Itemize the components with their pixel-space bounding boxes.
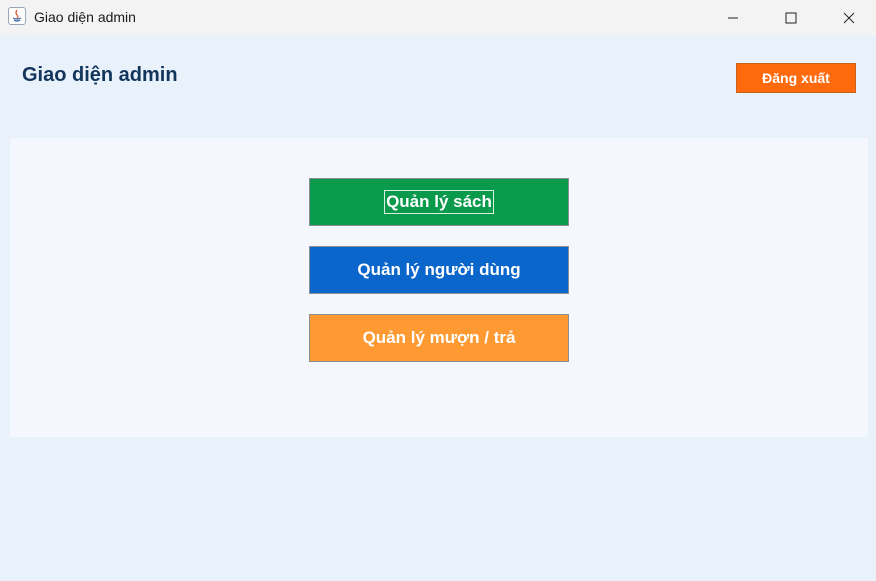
window-title: Giao diện admin xyxy=(34,9,136,25)
page-title: Giao diện admin xyxy=(22,64,178,86)
maximize-button[interactable] xyxy=(768,0,814,35)
manage-users-button[interactable]: Quản lý người dùng xyxy=(309,246,569,294)
window-titlebar[interactable]: Giao diện admin xyxy=(0,0,876,35)
close-icon xyxy=(843,12,855,23)
manage-users-label: Quản lý người dùng xyxy=(357,260,521,279)
java-app-icon xyxy=(8,7,26,25)
manage-loans-label: Quản lý mượn / trả xyxy=(362,328,516,347)
maximize-icon xyxy=(785,12,797,23)
close-button[interactable] xyxy=(826,0,872,35)
manage-books-button[interactable]: Quản lý sách xyxy=(309,178,569,226)
minimize-button[interactable] xyxy=(710,0,756,35)
menu-panel: Quản lý sách Quản lý người dùng Quản lý … xyxy=(10,138,868,437)
manage-loans-button[interactable]: Quản lý mượn / trả xyxy=(309,314,569,362)
manage-books-label: Quản lý sách xyxy=(384,190,494,214)
logout-button[interactable]: Đăng xuất xyxy=(736,63,856,93)
minimize-icon xyxy=(728,17,738,18)
